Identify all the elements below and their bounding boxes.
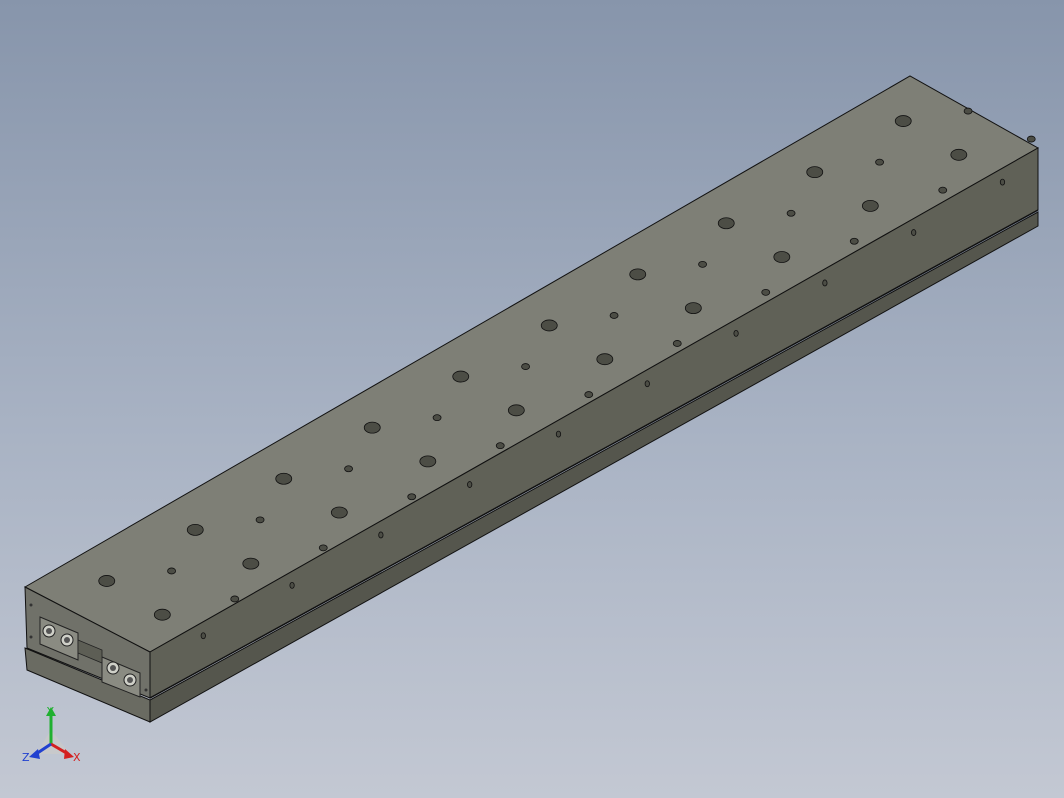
end-face-screw-hole: [29, 635, 33, 639]
mounting-hole: [861, 200, 879, 212]
mounting-hole: [330, 506, 348, 519]
connector-socket-1[interactable]: [42, 624, 56, 638]
triad-x-label: X: [73, 751, 81, 764]
block-top-face[interactable]: [23, 75, 1040, 653]
small-hole: [609, 312, 619, 319]
mounting-hole: [275, 472, 293, 485]
mounting-hole: [363, 421, 381, 434]
small-hole: [318, 544, 328, 552]
triad-z-label: Z: [22, 751, 30, 764]
side-hole: [733, 329, 739, 337]
small-hole: [1026, 135, 1036, 143]
mounting-hole: [419, 455, 437, 468]
small-hole: [432, 414, 442, 422]
small-hole: [584, 391, 594, 398]
connector-socket-3[interactable]: [106, 661, 120, 675]
small-hole: [761, 288, 771, 296]
side-hole: [200, 632, 206, 640]
side-hole: [555, 430, 562, 438]
mounting-hole: [950, 148, 968, 161]
side-hole: [822, 279, 828, 287]
side-hole: [644, 380, 650, 388]
3d-viewport[interactable]: Y X Z: [0, 0, 1064, 798]
mounting-hole: [540, 319, 558, 332]
small-hole: [230, 595, 240, 603]
end-face-screw-hole: [29, 603, 33, 607]
mounting-hole: [806, 166, 824, 179]
small-hole: [963, 107, 973, 115]
small-hole: [672, 340, 682, 347]
small-hole: [407, 493, 417, 501]
connector-socket-4[interactable]: [123, 673, 137, 687]
mounting-hole: [684, 302, 702, 315]
mounting-hole: [717, 217, 735, 230]
small-hole: [521, 363, 530, 370]
small-hole: [167, 567, 176, 575]
small-hole: [786, 209, 796, 217]
mounting-hole: [186, 523, 204, 536]
small-hole: [255, 516, 265, 524]
model-canvas[interactable]: [0, 0, 1064, 798]
mounting-hole: [507, 404, 525, 417]
side-hole: [289, 581, 295, 589]
mounting-hole: [452, 370, 470, 383]
mounting-hole: [153, 608, 171, 621]
small-hole: [875, 158, 884, 166]
orientation-triad[interactable]: Y X Z: [18, 704, 88, 774]
small-hole: [495, 442, 505, 450]
triad-y-label: Y: [46, 705, 54, 718]
small-hole: [849, 237, 859, 245]
end-face-screw-hole: [144, 688, 148, 692]
mounting-hole: [242, 557, 260, 570]
side-hole: [467, 481, 473, 488]
connector-socket-2[interactable]: [60, 633, 74, 647]
side-hole: [911, 229, 917, 236]
mounting-hole: [98, 575, 116, 587]
side-hole: [378, 531, 384, 539]
mounting-hole: [773, 251, 791, 263]
side-hole: [999, 178, 1006, 186]
block-front-face[interactable]: [149, 147, 1039, 699]
mounting-hole: [596, 353, 614, 366]
small-hole: [344, 465, 353, 473]
mounting-hole: [629, 268, 647, 281]
mounting-hole: [894, 115, 912, 127]
small-hole: [698, 260, 707, 268]
small-hole: [938, 186, 948, 194]
